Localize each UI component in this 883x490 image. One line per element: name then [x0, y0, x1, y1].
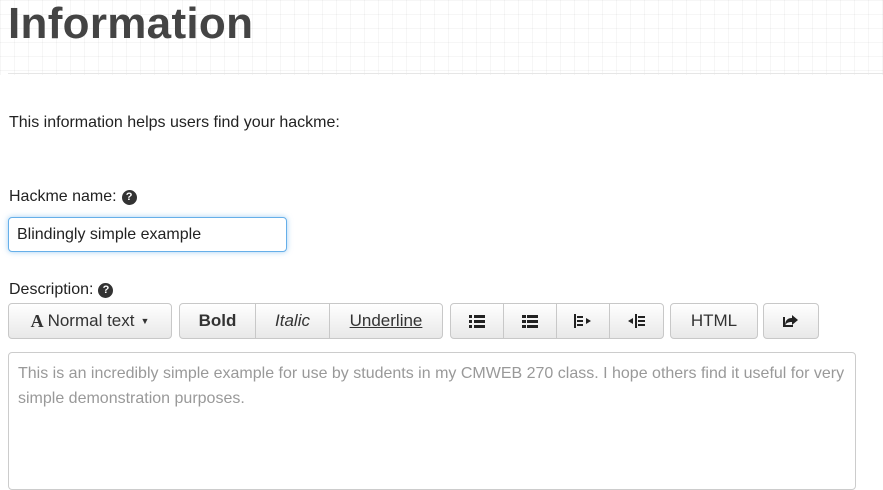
question-circle-icon[interactable]: ?: [98, 283, 114, 298]
list-ol-icon: [522, 314, 538, 328]
description-label-text: Description:: [9, 281, 94, 298]
font-style-button[interactable]: A Normal text ▼: [9, 304, 171, 338]
underline-button[interactable]: Underline: [330, 304, 442, 338]
html-button[interactable]: HTML: [671, 304, 757, 338]
outdent-icon: [574, 314, 591, 328]
caret-down-icon: ▼: [140, 316, 150, 326]
redo-group: [763, 303, 819, 339]
intro-text: This information helps users find your h…: [9, 114, 340, 131]
font-style-label: Normal text: [47, 311, 135, 330]
description-textarea[interactable]: This is an incredibly simple example for…: [8, 352, 856, 490]
hackme-name-input[interactable]: [8, 217, 287, 252]
question-circle-icon[interactable]: ?: [121, 190, 137, 205]
hackme-name-label: Hackme name:?: [9, 188, 137, 206]
title-divider: [8, 73, 883, 74]
ordered-list-button[interactable]: [504, 304, 557, 338]
unordered-list-button[interactable]: [451, 304, 504, 338]
hackme-name-label-text: Hackme name:: [9, 188, 117, 205]
indent-icon: [627, 314, 645, 328]
page-title: Information: [8, 0, 254, 48]
text-format-group: Bold Italic Underline: [179, 303, 443, 339]
indent-button[interactable]: [610, 304, 663, 338]
bold-button[interactable]: Bold: [180, 304, 256, 338]
font-icon: A: [30, 310, 44, 331]
italic-button[interactable]: Italic: [256, 304, 330, 338]
list-icon: [469, 314, 485, 328]
outdent-button[interactable]: [557, 304, 610, 338]
redo-button[interactable]: [764, 304, 818, 338]
description-label: Description:?: [9, 281, 114, 299]
font-style-group: A Normal text ▼: [8, 303, 172, 339]
share-icon: [783, 315, 798, 327]
html-group: HTML: [670, 303, 758, 339]
list-indent-group: [450, 303, 664, 339]
